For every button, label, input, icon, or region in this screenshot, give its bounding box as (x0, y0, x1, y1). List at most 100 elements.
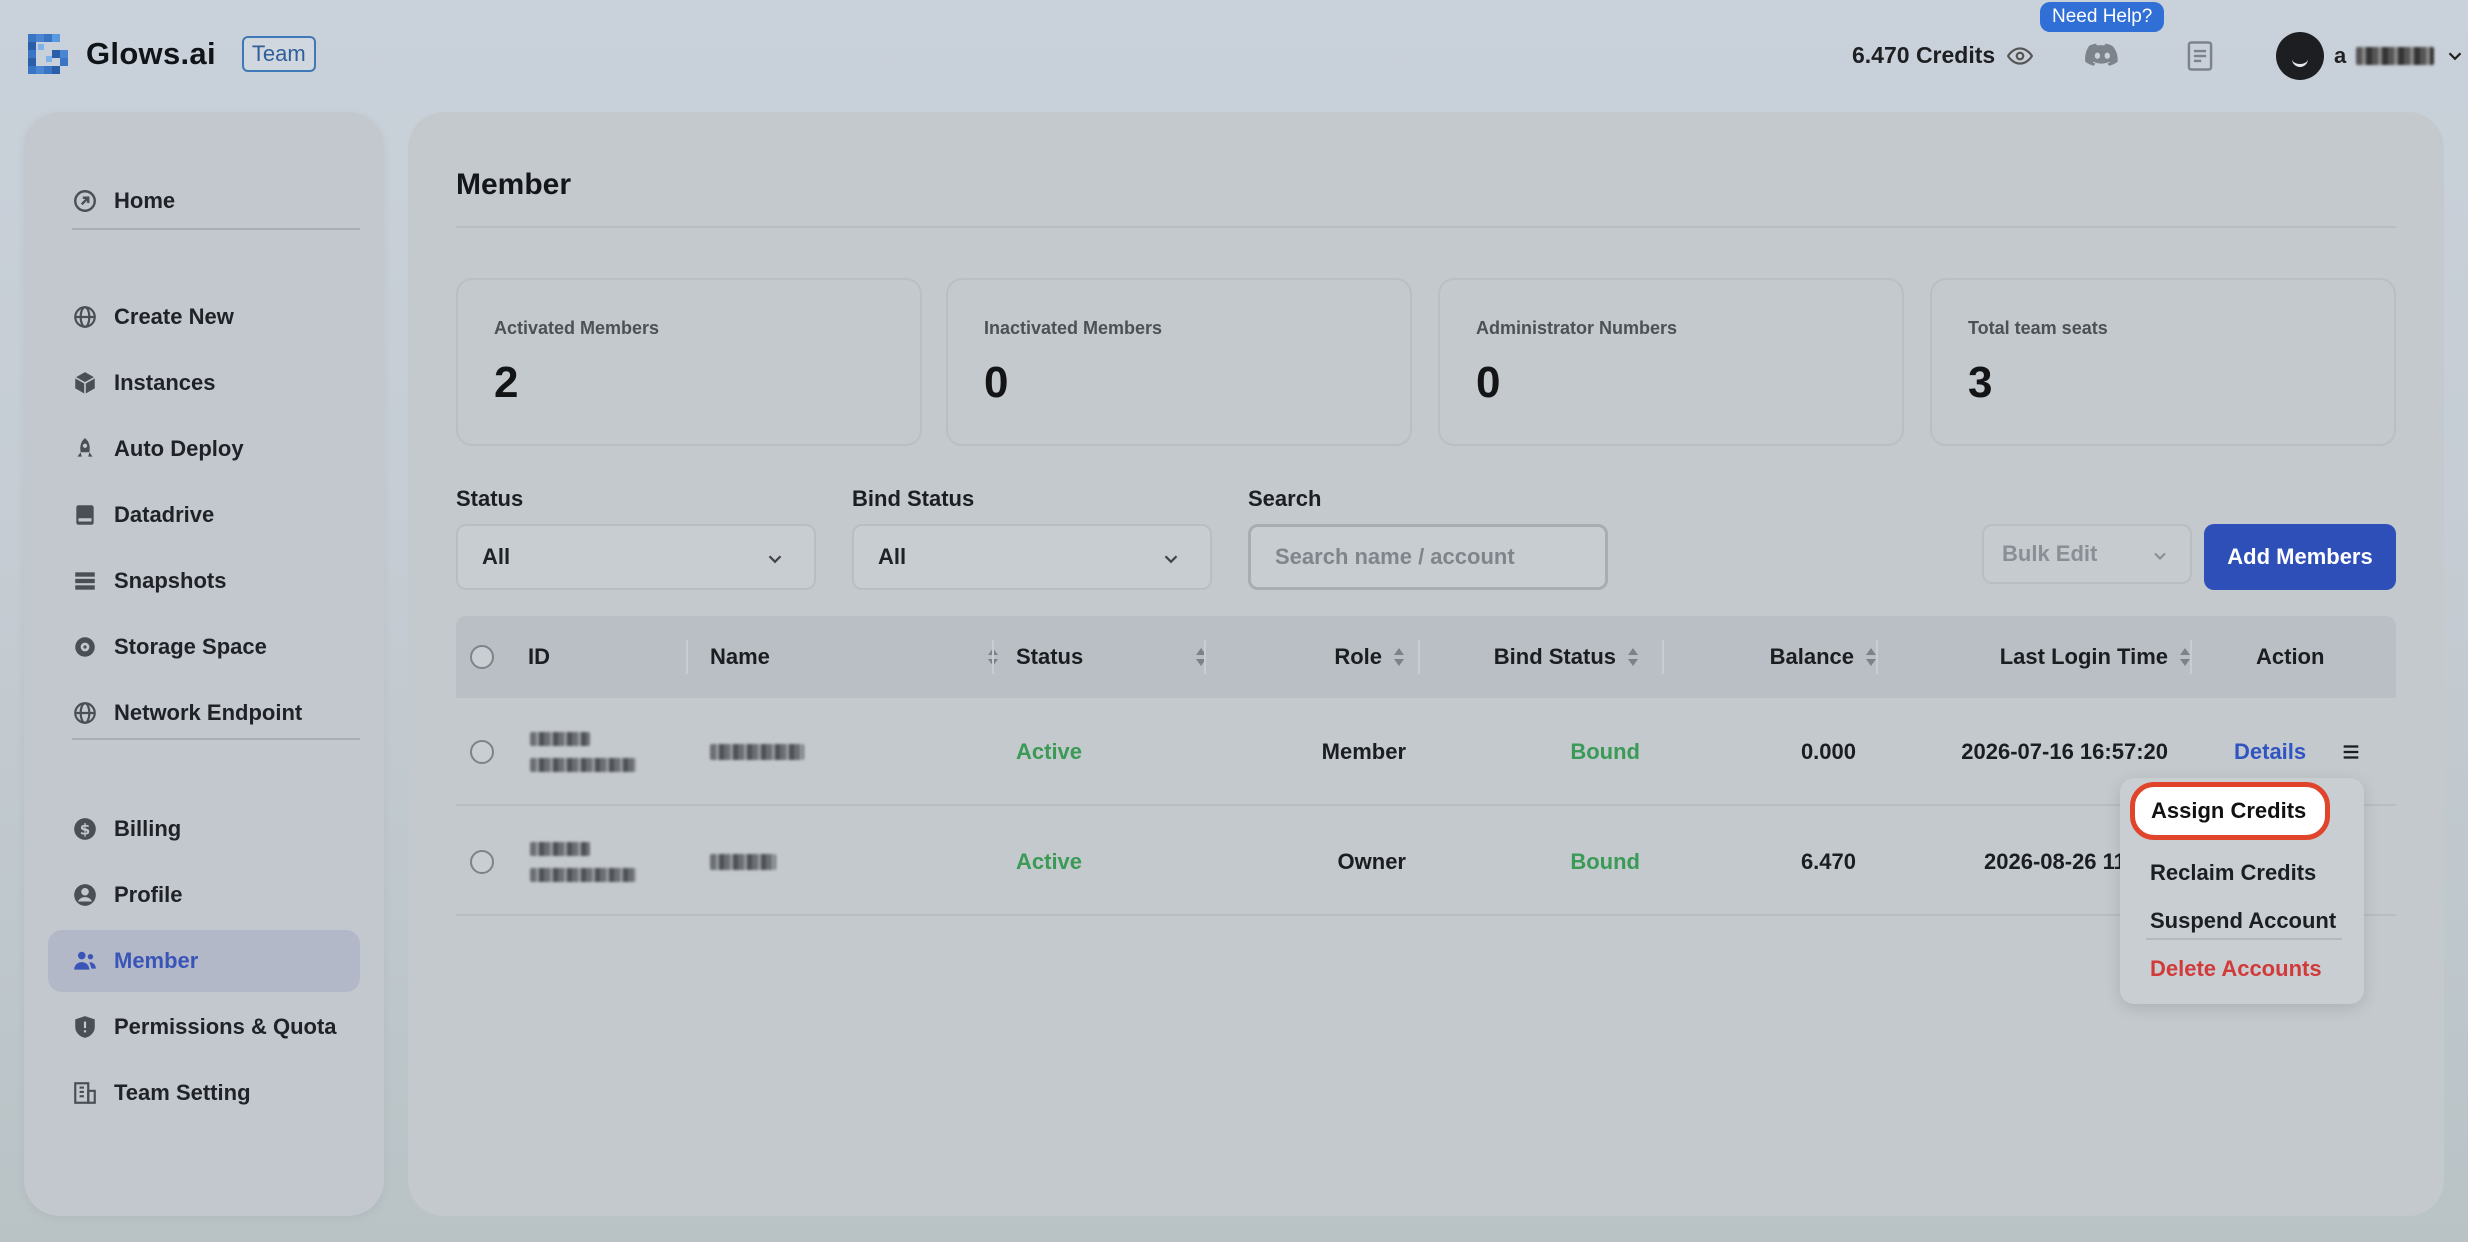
glows-logo-icon (28, 34, 68, 74)
name-blurred (710, 854, 776, 870)
table-row: Active Member Bound 0.000 2026-07-16 16:… (456, 698, 2396, 806)
col-name-header[interactable]: Name (710, 616, 1000, 698)
snapshot-icon (75, 572, 95, 590)
documents-button[interactable] (2178, 34, 2222, 78)
rocket-icon (77, 438, 93, 457)
sidebar-item-team-setting[interactable]: Team Setting (48, 1062, 360, 1124)
sidebar-item-profile[interactable]: Profile (48, 864, 360, 926)
stat-label: Total team seats (1968, 318, 2108, 338)
user-menu[interactable]: a (2276, 32, 2466, 80)
brand-name: Glows.ai (86, 36, 216, 71)
sidebar-item-label: Billing (114, 816, 182, 841)
row-role: Member (1321, 739, 1406, 764)
select-all-checkbox[interactable] (470, 645, 494, 669)
stat-card-administrators: Administrator Numbers 0 (1438, 278, 1904, 446)
col-balance: Balance (1769, 644, 1854, 669)
assign-credits-menu-item[interactable]: Assign Credits (2130, 782, 2330, 840)
members-icon (74, 951, 96, 970)
brand-logo[interactable]: Glows.ai Team (24, 30, 316, 78)
chevron-down-icon (1164, 555, 1178, 564)
search-input[interactable] (1248, 524, 1608, 590)
user-name-initial: a (2334, 43, 2347, 68)
sidebar-item-datadrive[interactable]: Datadrive (48, 484, 360, 546)
sidebar-item-home[interactable]: Home (48, 170, 360, 232)
id-blurred (530, 758, 636, 772)
menu-icon (2343, 745, 2359, 759)
stat-label: Administrator Numbers (1476, 318, 1678, 338)
row-checkbox[interactable] (470, 740, 494, 764)
globe-icon (74, 306, 96, 328)
stat-value: 2 (494, 358, 519, 407)
stat-value: 0 (1476, 358, 1501, 407)
table-header: ID Name Status Role Bind Status Balance … (456, 616, 2396, 698)
sidebar-item-label: Member (114, 948, 199, 973)
col-last-login-header[interactable]: Last Login Time (1900, 616, 2192, 698)
search-label: Search (1248, 486, 1322, 511)
delete-accounts-menu-item[interactable]: Delete Accounts (2150, 956, 2322, 982)
main-panel: Member Activated Members 2 Inactivated M… (408, 112, 2444, 1216)
chevron-down-icon (2448, 52, 2462, 61)
sidebar-item-storage-space[interactable]: Storage Space (48, 616, 360, 678)
stat-card-activated: Activated Members 2 (456, 278, 922, 446)
col-role: Role (1334, 644, 1382, 669)
sidebar-item-label: Team Setting (114, 1080, 251, 1105)
stat-value: 3 (1968, 358, 1993, 407)
row-bind-status: Bound (1570, 739, 1640, 764)
sidebar-item-label: Instances (114, 370, 216, 395)
cube-icon (74, 372, 96, 394)
id-blurred (530, 732, 590, 746)
col-status: Status (1016, 644, 1084, 669)
sidebar-item-instances[interactable]: Instances (48, 352, 360, 414)
col-bind-status: Bind Status (1493, 644, 1616, 669)
bind-status-select[interactable]: All (852, 524, 1212, 590)
avatar (2276, 32, 2324, 80)
bulk-edit-select[interactable]: Bulk Edit (1982, 524, 2192, 584)
col-balance-header[interactable]: Balance (1686, 616, 1878, 698)
sidebar-item-label: Profile (114, 882, 183, 907)
document-icon (2187, 41, 2213, 71)
sidebar-divider (72, 228, 360, 230)
column-separator (1204, 640, 1206, 674)
sidebar-item-permissions-quota[interactable]: Permissions & Quota (48, 996, 360, 1058)
sidebar-item-label: Network Endpoint (114, 700, 303, 725)
page-title: Member (456, 168, 572, 201)
sidebar-item-create-new[interactable]: Create New (48, 286, 360, 348)
sort-icon (1394, 648, 1404, 666)
column-separator (1418, 640, 1420, 674)
row-checkbox[interactable] (470, 850, 494, 874)
sidebar: Home Create New Instances Auto Deploy Da… (24, 112, 384, 1216)
status-select-value: All (482, 544, 511, 569)
col-bind-status-header[interactable]: Bind Status (1442, 616, 1640, 698)
row-action-menu: Assign Credits Reclaim Credits Suspend A… (2120, 778, 2364, 1004)
svg-text:$: $ (80, 820, 91, 838)
home-icon (74, 190, 96, 212)
sidebar-item-auto-deploy[interactable]: Auto Deploy (48, 418, 360, 480)
sidebar-item-label: Home (114, 188, 176, 213)
eye-icon[interactable] (2007, 43, 2034, 69)
table-row: Active Owner Bound 6.470 2026-08-26 11:1… (456, 808, 2396, 916)
suspend-account-menu-item[interactable]: Suspend Account (2150, 908, 2336, 934)
user-name-blurred (2356, 47, 2435, 65)
sidebar-item-label: Auto Deploy (114, 436, 244, 461)
reclaim-credits-menu-item[interactable]: Reclaim Credits (2150, 860, 2316, 886)
col-role-header[interactable]: Role (1226, 616, 1406, 698)
add-members-button[interactable]: Add Members (2204, 524, 2396, 590)
sidebar-item-billing[interactable]: $ Billing (48, 798, 360, 860)
col-status-header[interactable]: Status (1016, 616, 1208, 698)
stat-label: Activated Members (494, 318, 660, 338)
status-select[interactable]: All (456, 524, 816, 590)
sidebar-item-network-endpoint[interactable]: Network Endpoint (48, 682, 360, 744)
status-filter-label: Status (456, 486, 524, 511)
storage-icon (75, 637, 95, 657)
sidebar-item-label: Create New (114, 304, 234, 329)
top-bar: Glows.ai Team 6.470 Credits Need Help? a (0, 0, 2468, 112)
credits-text: 6.470 Credits (1852, 42, 1996, 68)
column-separator (686, 640, 688, 674)
network-icon (74, 702, 96, 724)
discord-button[interactable] (2080, 34, 2124, 78)
row-balance: 0.000 (1800, 739, 1856, 764)
sidebar-item-member[interactable]: Member (48, 930, 360, 992)
sidebar-item-snapshots[interactable]: Snapshots (48, 550, 360, 612)
building-icon (74, 1082, 96, 1104)
drive-icon (76, 505, 94, 525)
